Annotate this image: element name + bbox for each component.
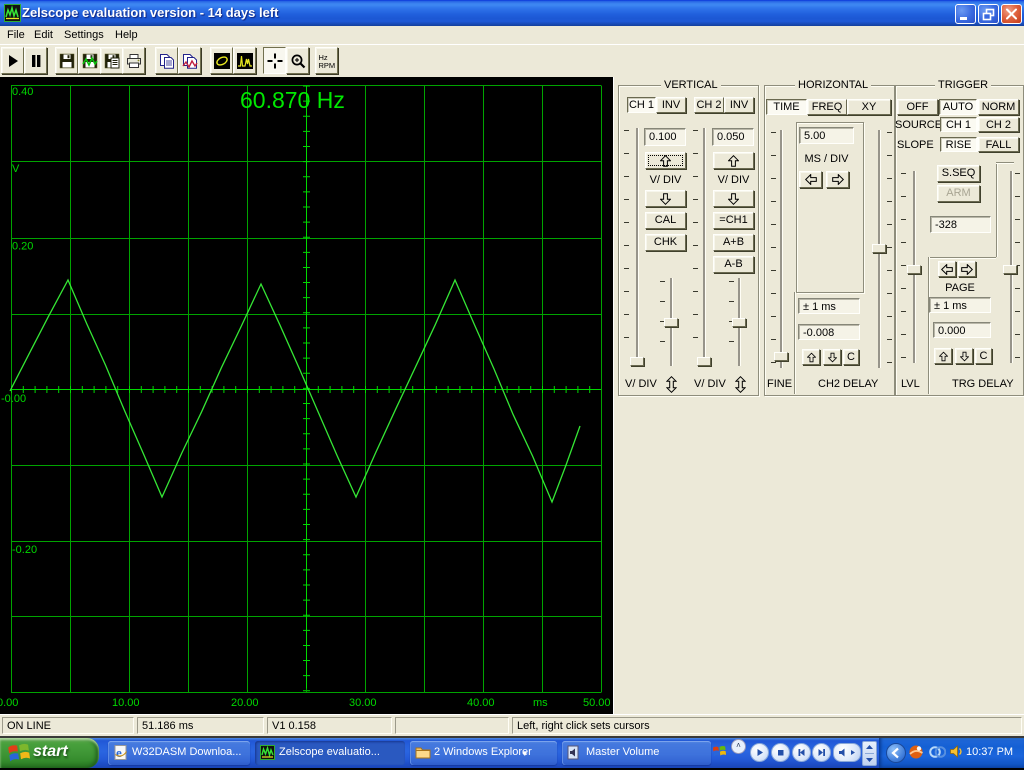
svg-text:RPM: RPM xyxy=(318,61,335,69)
svg-text:-0.00: -0.00 xyxy=(1,393,26,405)
svg-text:0.00: 0.00 xyxy=(0,697,18,709)
svg-text:60.870 Hz: 60.870 Hz xyxy=(240,87,345,113)
svg-text:20.00: 20.00 xyxy=(231,697,259,709)
svg-text:ms: ms xyxy=(533,697,548,709)
svg-text:e: e xyxy=(116,745,122,760)
svg-text:0.40: 0.40 xyxy=(12,86,33,98)
svg-text:0.20: 0.20 xyxy=(12,241,33,253)
svg-text:-0.20: -0.20 xyxy=(12,544,37,556)
svg-text:40.00: 40.00 xyxy=(467,697,495,709)
svg-text:30.00: 30.00 xyxy=(349,697,377,709)
svg-text:10.00: 10.00 xyxy=(112,697,140,709)
svg-text:V: V xyxy=(12,163,20,175)
svg-text:50.00: 50.00 xyxy=(583,697,611,709)
